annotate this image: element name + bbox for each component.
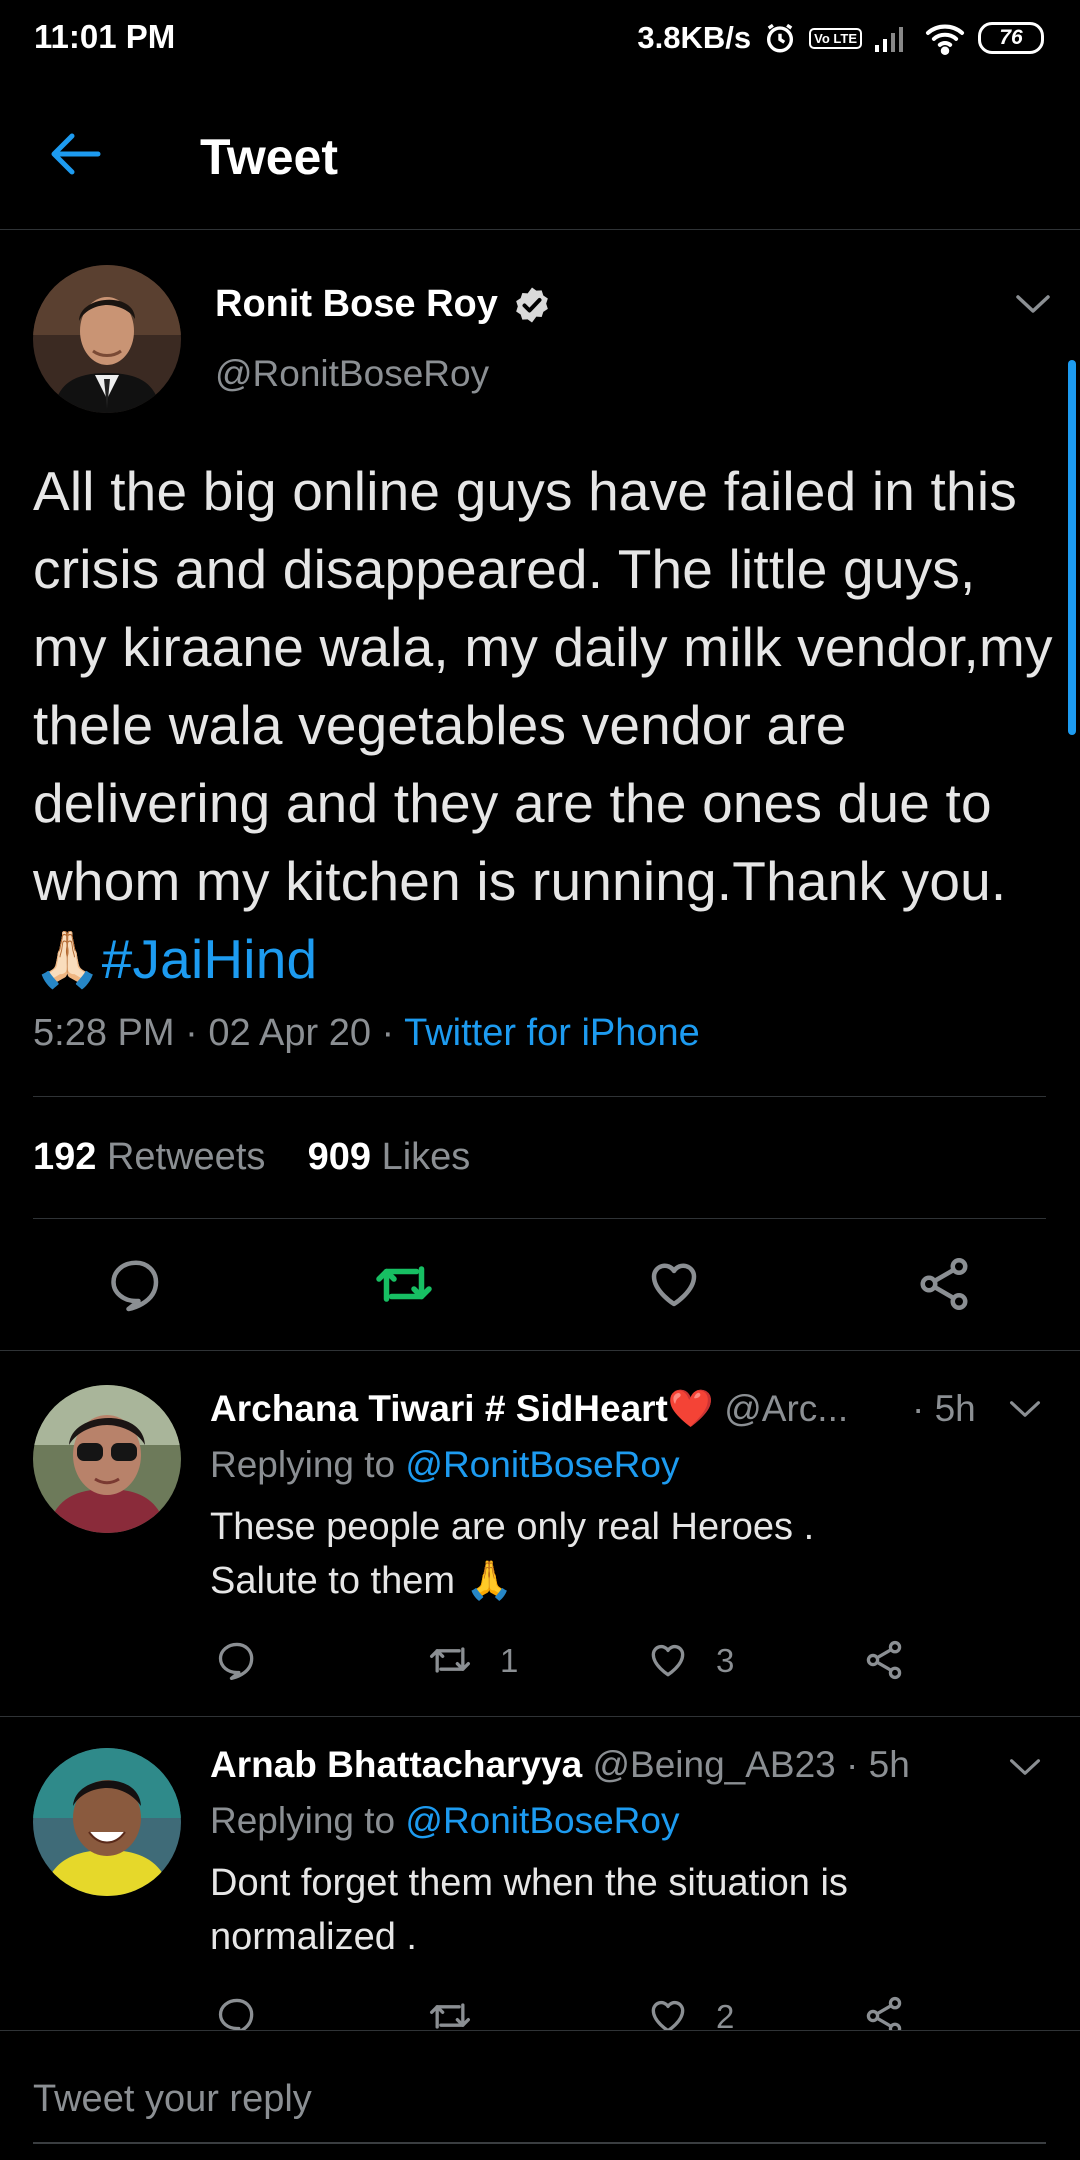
like-count: 3: [716, 1642, 735, 1679]
chevron-down-icon[interactable]: [1008, 1756, 1042, 1778]
divider: [33, 1218, 1046, 1219]
retweets-count: 192: [33, 1136, 97, 1178]
reply-text-line: These people are only real Heroes .: [210, 1506, 815, 1548]
signal-icon: [875, 27, 903, 52]
replying-label: Replying to: [210, 1444, 396, 1485]
chevron-down-icon[interactable]: [1008, 1398, 1042, 1420]
replying-to: Replying to @RonitBoseRoy: [210, 1444, 679, 1486]
replying-to: Replying to @RonitBoseRoy: [210, 1800, 679, 1842]
reply-author-name: Archana Tiwari # SidHeart❤️: [210, 1388, 714, 1429]
status-icons: 3.8KB/s Vo LTE 76: [637, 16, 1044, 60]
tweet-date: 02 Apr 20: [208, 1012, 371, 1054]
reply-text-line: Salute to them 🙏: [210, 1560, 513, 1602]
reply-text: These people are only real Heroes . Salu…: [210, 1500, 1080, 1608]
status-time: 11:01 PM: [34, 18, 176, 55]
tweet-body: All the big online guys have failed in t…: [33, 452, 1053, 998]
share-icon[interactable]: [862, 1638, 906, 1682]
battery-level: 76: [999, 26, 1023, 49]
tweet-text: All the big online guys have failed in t…: [33, 460, 1053, 990]
tweet-time: 5:28 PM: [33, 1012, 175, 1054]
heart-icon[interactable]: [646, 1638, 690, 1682]
wifi-icon: [925, 24, 965, 55]
likes-link[interactable]: 909 Likes: [308, 1136, 471, 1178]
mention-link[interactable]: @RonitBoseRoy: [405, 1444, 679, 1485]
reply-author-name: Arnab Bhattacharyya: [210, 1744, 583, 1785]
replying-label: Replying to: [210, 1800, 396, 1841]
mention-link[interactable]: @RonitBoseRoy: [405, 1800, 679, 1841]
tweet-source-link[interactable]: Twitter for iPhone: [404, 1012, 700, 1054]
divider: [0, 1716, 1080, 1717]
reply-avatar[interactable]: [33, 1385, 181, 1533]
author-avatar[interactable]: [33, 265, 181, 413]
reply-text-line: normalized .: [210, 1916, 417, 1958]
reply-author-handle: @Arc...: [724, 1388, 849, 1429]
reply-icon[interactable]: [215, 1638, 259, 1682]
reply-avatar[interactable]: [33, 1748, 181, 1896]
chevron-down-icon[interactable]: [1014, 292, 1052, 316]
reply-text: Dont forget them when the situation is n…: [210, 1856, 1080, 1964]
app-header: [0, 100, 1080, 230]
author-name: Ronit Bose Roy: [215, 283, 498, 325]
reply-input-underline: [33, 2142, 1046, 2144]
hashtag-link[interactable]: #JaiHind: [102, 928, 318, 990]
alarm-icon: [767, 23, 794, 53]
heart-icon[interactable]: [644, 1254, 704, 1314]
reply-author-handle: @Being_AB23: [592, 1744, 836, 1785]
author-handle: @RonitBoseRoy: [215, 353, 490, 394]
share-icon[interactable]: [914, 1254, 974, 1314]
reply-header[interactable]: Archana Tiwari # SidHeart❤️ @Arc...: [210, 1388, 848, 1431]
tweet-meta: 5:28 PM · 02 Apr 20 · Twitter for iPhone: [33, 1012, 700, 1054]
divider: [33, 1096, 1046, 1097]
arrow-left-icon[interactable]: [48, 130, 104, 178]
retweet-count: 1: [500, 1642, 519, 1679]
reply-time-wrap: · 5h: [912, 1388, 976, 1430]
scrollbar[interactable]: [1068, 360, 1076, 735]
reply-text-line: Dont forget them when the situation is: [210, 1862, 848, 1904]
likes-count: 909: [307, 1136, 372, 1178]
reply-input[interactable]: [33, 2078, 1033, 2121]
verified-badge-icon: [516, 287, 548, 322]
retweets-link[interactable]: 192 Retweets: [33, 1136, 265, 1178]
retweets-label: Retweets: [106, 1136, 266, 1178]
reply-time: · 5h: [912, 1388, 976, 1429]
network-speed: 3.8KB/s: [637, 20, 752, 55]
reply-icon[interactable]: [106, 1254, 166, 1314]
author-name-row[interactable]: Ronit Bose Roy: [215, 283, 552, 326]
page-title: Tweet: [200, 129, 338, 185]
volte-badge: Vo LTE: [809, 27, 862, 49]
engagement-counts: 192 Retweets 909 Likes: [33, 1136, 470, 1179]
reply-time: · 5h: [846, 1744, 910, 1785]
divider: [0, 1350, 1080, 1351]
retweet-icon[interactable]: [374, 1254, 434, 1314]
battery-icon: 76: [978, 22, 1044, 54]
retweet-icon[interactable]: [428, 1638, 472, 1682]
reply-header[interactable]: Arnab Bhattacharyya @Being_AB23 · 5h: [210, 1744, 910, 1786]
likes-label: Likes: [381, 1136, 471, 1178]
